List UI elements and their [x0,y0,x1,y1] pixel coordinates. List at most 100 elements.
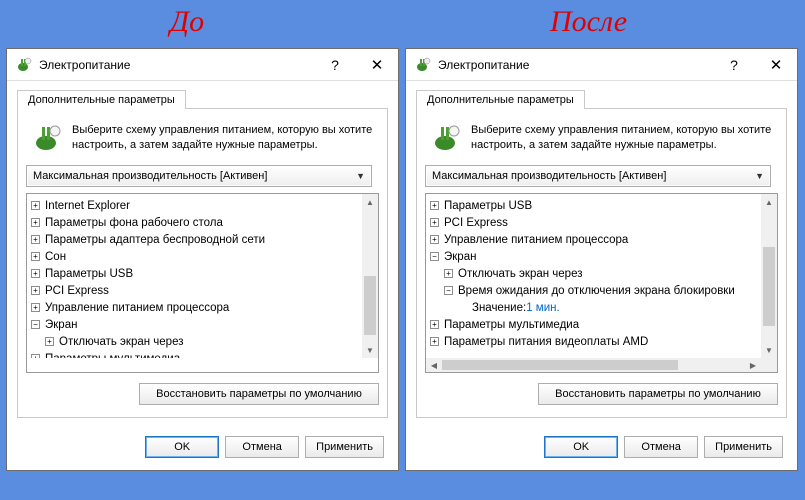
plan-select-value: Максимальная производительность [Активен… [33,170,267,182]
power-icon [15,56,33,74]
scroll-up-icon[interactable]: ▲ [362,194,378,210]
caption-before: До [170,5,204,39]
tree-wrap: + Internet Explorer+Параметры фона рабоче… [26,193,379,373]
help-button[interactable]: ? [713,50,755,80]
scroll-left-icon[interactable]: ◀ [426,358,442,372]
tab-additional-params[interactable]: Дополнительные параметры [17,90,186,109]
tree-node-label: Параметры питания видеоплаты AMD [444,334,648,351]
tree-node-label: PCI Express [444,215,508,232]
scroll-down-icon[interactable]: ▼ [362,342,378,358]
horizontal-scrollbar[interactable]: ◀ ▶ [426,358,761,372]
help-button[interactable]: ? [314,50,356,80]
collapse-icon[interactable]: − [444,286,453,295]
titlebar[interactable]: Электропитание ? ✕ [406,49,797,81]
expand-icon[interactable]: + [45,337,54,346]
scroll-right-icon[interactable]: ▶ [745,358,761,372]
tree-node[interactable]: Значение: 1 мин. [430,300,761,317]
power-plan-select[interactable]: Максимальная производительность [Активен… [26,165,372,187]
tree-node[interactable]: +Управление питанием процессора [430,232,761,249]
restore-defaults-button[interactable]: Восстановить параметры по умолчанию [139,383,379,405]
expand-icon[interactable]: + [31,303,40,312]
tree-node[interactable]: −Экран [430,249,761,266]
scroll-thumb[interactable] [364,276,376,335]
plan-row: Максимальная производительность [Активен… [425,165,778,187]
tree-node[interactable]: + Параметры питания видеоплаты AMD [430,334,761,351]
tree-node[interactable]: + Отключать экран через [430,266,761,283]
power-plan-select[interactable]: Максимальная производительность [Активен… [425,165,771,187]
settings-tree[interactable]: +Параметры USB+PCI Express+Управление пи… [426,194,761,358]
close-button[interactable]: ✕ [755,50,797,80]
restore-defaults-button[interactable]: Восстановить параметры по умолчанию [538,383,778,405]
restore-row: Восстановить параметры по умолчанию [425,383,778,405]
apply-button[interactable]: Применить [305,436,384,458]
titlebar[interactable]: Электропитание ? ✕ [7,49,398,81]
scroll-down-icon[interactable]: ▼ [761,342,777,358]
tree-node-label: Параметры USB [45,266,133,283]
tree-node-label: Отключать экран через [59,334,183,351]
battery-icon [431,123,461,153]
expand-icon[interactable]: + [444,269,453,278]
expand-icon[interactable]: + [430,218,439,227]
tree-node[interactable]: + Управление питанием процессора [31,300,362,317]
power-icon [414,56,432,74]
tree-node[interactable]: + PCI Express [430,215,761,232]
settings-tree[interactable]: + Internet Explorer+Параметры фона рабоче… [27,194,362,358]
expand-icon[interactable]: + [430,337,439,346]
tree-node-label: Отключать экран через [458,266,582,283]
scroll-up-icon[interactable]: ▲ [761,194,777,210]
tree-node[interactable]: −Экран [31,317,362,334]
expand-icon[interactable]: + [31,269,40,278]
tree-node[interactable]: + Internet Explorer [31,198,362,215]
intro-row: Выберите схему управления питанием, кото… [26,119,379,165]
tree-node[interactable]: +Параметры адаптера беспроводной сети [31,232,362,249]
intro-row: Выберите схему управления питанием, кото… [425,119,778,165]
cancel-button[interactable]: Отмена [225,436,299,458]
intro-text: Выберите схему управления питанием, кото… [72,123,373,153]
dialog-footer: OK Отмена Применить [7,426,398,470]
collapse-icon[interactable]: − [31,320,40,329]
dialog-after: Электропитание ? ✕ Дополнительные параме… [405,48,798,471]
expand-icon[interactable]: + [31,286,40,295]
setting-value-label: Значение: [472,300,526,317]
expand-icon[interactable]: + [31,201,40,210]
scroll-thumb[interactable] [763,247,775,326]
tree-node-label: Параметры мультимедиа [45,351,180,358]
close-button[interactable]: ✕ [356,50,398,80]
apply-button[interactable]: Применить [704,436,783,458]
vertical-scrollbar[interactable]: ▲ ▼ [362,194,378,358]
hscroll-track[interactable] [442,358,745,372]
hscroll-thumb[interactable] [442,360,678,370]
tree-node[interactable]: + Параметры мультимедиа [31,351,362,358]
expand-icon[interactable]: + [430,320,439,329]
expand-icon[interactable]: + [31,218,40,227]
expand-icon[interactable]: + [31,252,40,261]
tree-node[interactable]: +PCI Express [31,283,362,300]
dialog-footer: OK Отмена Применить [406,426,797,470]
chevron-down-icon: ▼ [755,171,764,181]
tree-node[interactable]: + Параметры USB [31,266,362,283]
tree-node[interactable]: + Отключать экран через [31,334,362,351]
ok-button[interactable]: OK [544,436,618,458]
scroll-track[interactable] [761,210,777,342]
expand-icon[interactable]: + [430,201,439,210]
window-title: Электропитание [39,58,314,72]
tree-node[interactable]: +Сон [31,249,362,266]
expand-icon[interactable]: + [31,235,40,244]
tree-node[interactable]: −Время ожидания до отключения экрана бло… [430,283,761,300]
tree-node-label: Управление питанием процессора [45,300,229,317]
scroll-track[interactable] [362,210,378,342]
tree-node[interactable]: +Параметры USB [430,198,761,215]
expand-icon[interactable]: + [31,354,40,358]
vertical-scrollbar[interactable]: ▲ ▼ [761,194,777,358]
tree-node-label: Internet Explorer [45,198,130,215]
ok-button[interactable]: OK [145,436,219,458]
tree-node-label: Экран [444,249,476,266]
collapse-icon[interactable]: − [430,252,439,261]
tab-additional-params[interactable]: Дополнительные параметры [416,90,585,109]
tree-node-label: Экран [45,317,77,334]
cancel-button[interactable]: Отмена [624,436,698,458]
tree-node[interactable]: +Параметры мультимедиа [430,317,761,334]
setting-value[interactable]: 1 мин. [526,300,559,317]
expand-icon[interactable]: + [430,235,439,244]
tree-node[interactable]: +Параметры фона рабочего стола [31,215,362,232]
